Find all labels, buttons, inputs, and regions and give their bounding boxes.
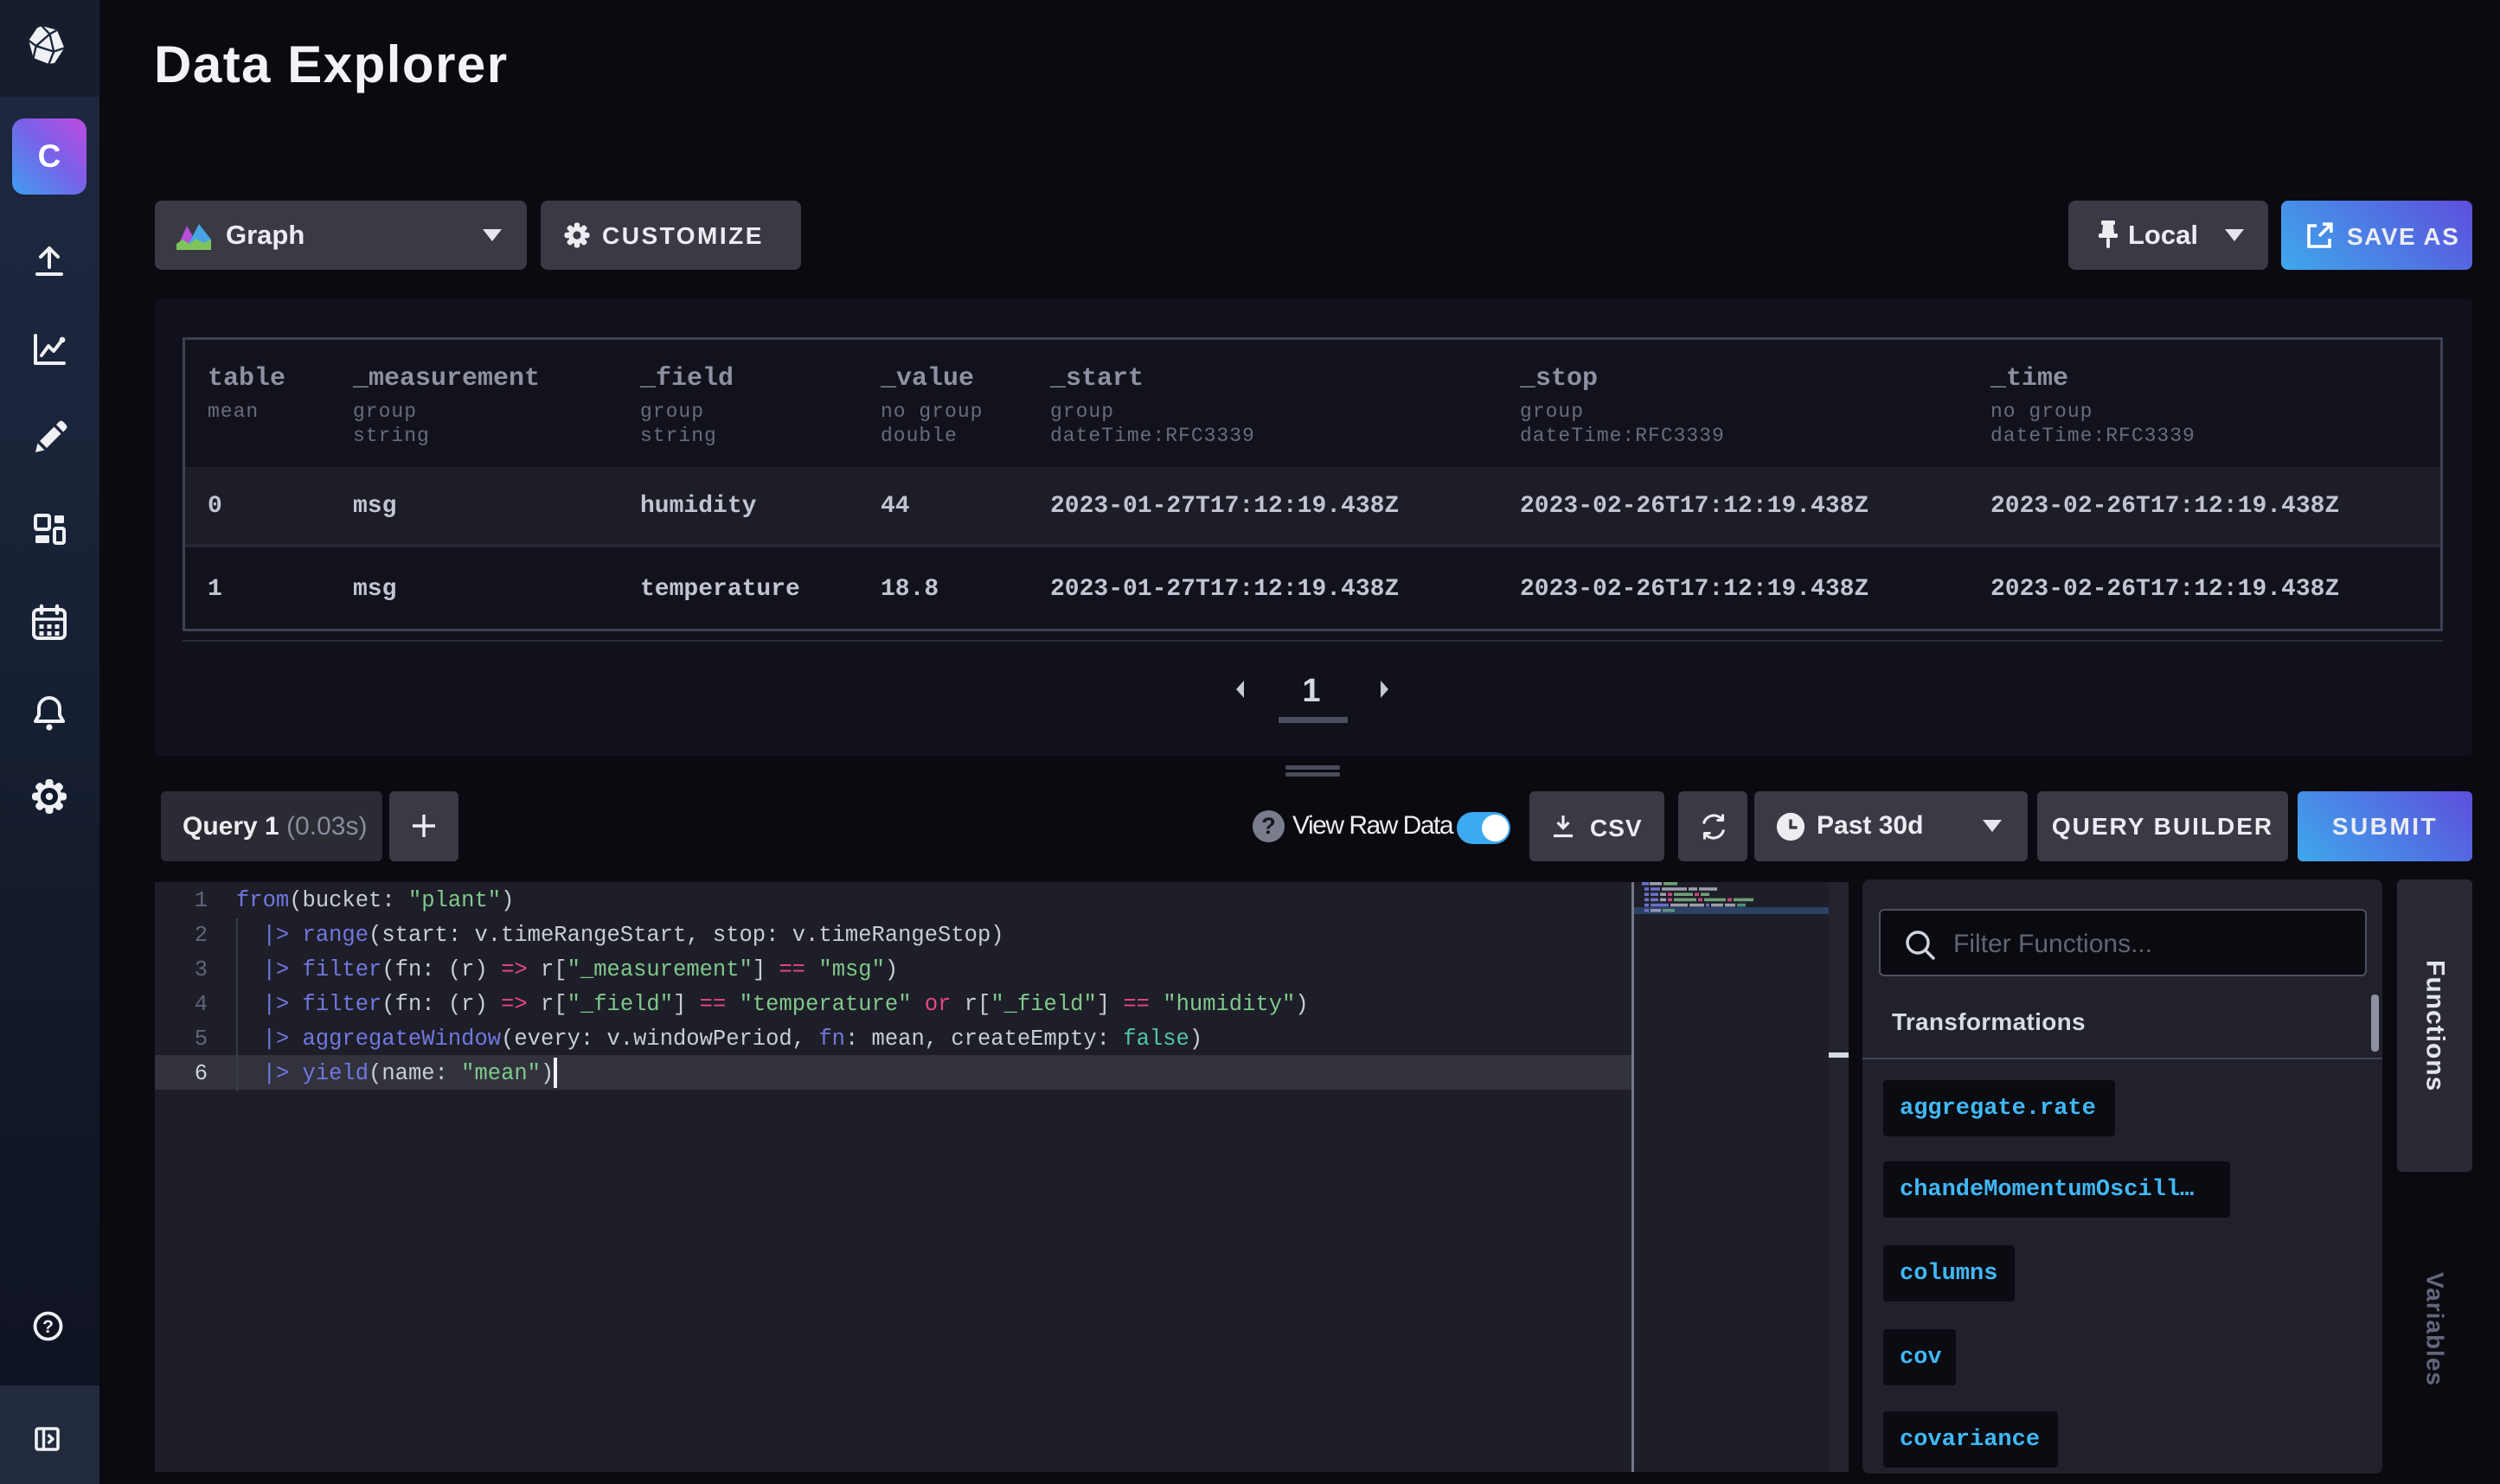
svg-text:?: ? xyxy=(42,1317,54,1337)
